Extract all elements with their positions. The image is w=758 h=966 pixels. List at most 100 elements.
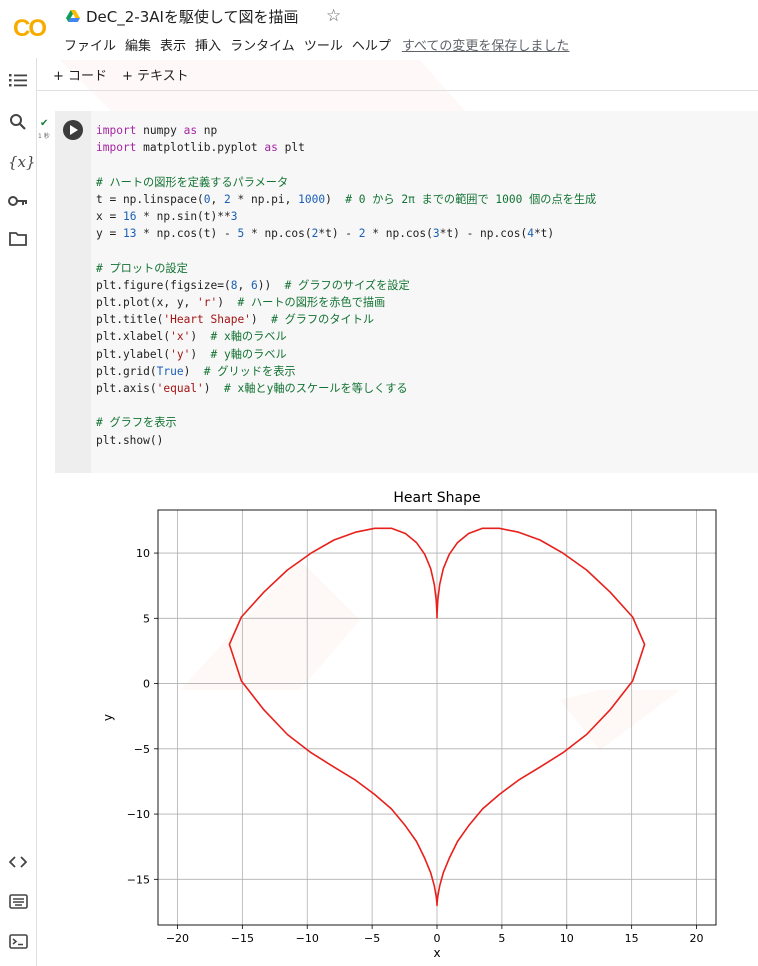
code-line: x = 16 * np.sin(t)**3: [96, 208, 596, 225]
code-line: plt.xlabel('x') # x軸のラベル: [96, 328, 596, 345]
code-token: y =: [96, 227, 123, 241]
code-token: as: [183, 124, 198, 137]
code-token: *t) - np.cos(: [439, 227, 528, 241]
code-token: ): [183, 364, 204, 378]
logo-text: CO: [13, 15, 46, 41]
run-cell-button[interactable]: [63, 120, 83, 140]
code-line: # グラフを表示: [96, 414, 596, 431]
code-token: 'Heart Shape': [163, 313, 251, 327]
menu-tools[interactable]: ツール: [304, 35, 343, 54]
code-token: ): [250, 313, 272, 327]
code-token: 'x': [170, 330, 191, 344]
code-token: plt.title(: [96, 313, 164, 327]
code-line: plt.axis('equal') # x軸とy軸のスケールを等しくする: [96, 380, 596, 397]
add-code-button[interactable]: + コード: [53, 65, 107, 84]
code-token: * np.sin(t)**: [136, 210, 231, 224]
code-token: # ハートの図形を定義するパラメータ: [96, 175, 289, 189]
code-token: 3: [230, 210, 238, 224]
code-token: ): [203, 382, 224, 396]
x-tick-label: −10: [296, 932, 319, 945]
code-token: 'y': [170, 347, 191, 361]
code-token: # y軸のラベル: [210, 347, 287, 361]
variables-icon[interactable]: {x}: [8, 152, 36, 172]
code-token: as: [264, 141, 278, 155]
code-token: ,: [237, 278, 251, 292]
x-tick-label: −5: [364, 932, 380, 945]
code-token: * np.cos(: [244, 227, 312, 241]
y-tick-label: −15: [127, 873, 150, 886]
key-icon[interactable]: [8, 192, 28, 212]
code-token: # 0 から 2π までの範囲で 1000 個の点を生成: [345, 192, 597, 206]
code-token: 1000: [298, 192, 326, 206]
code-token: plt.ylabel(: [96, 347, 171, 361]
code-token: plt.show(): [96, 433, 164, 447]
code-token: np: [197, 124, 218, 137]
code-token: t = np.linspace(: [96, 192, 204, 206]
y-tick-label: −10: [127, 808, 150, 821]
code-token: # グラフのタイトル: [271, 313, 375, 327]
save-status[interactable]: すべての変更を保存しました: [402, 35, 570, 54]
code-line: plt.figure(figsize=(8, 6)) # グラフのサイズを設定: [96, 277, 596, 294]
code-line: plt.title('Heart Shape') # グラフのタイトル: [96, 311, 596, 328]
code-token: # グリッドを表示: [203, 364, 296, 378]
code-token: x =: [96, 210, 123, 224]
x-tick-label: 15: [625, 932, 639, 945]
code-token: plt.axis(: [96, 382, 157, 396]
menu-edit[interactable]: 編集: [125, 35, 151, 54]
star-icon[interactable]: ☆: [326, 6, 341, 26]
menu-view[interactable]: 表示: [160, 35, 186, 54]
code-line: plt.ylabel('y') # y軸のラベル: [96, 346, 596, 363]
code-token: 'r': [197, 296, 218, 310]
code-token: # x軸のラベル: [210, 330, 287, 344]
colab-logo[interactable]: CO: [12, 13, 52, 41]
search-icon[interactable]: [8, 113, 28, 133]
code-token: * np.pi,: [230, 192, 299, 206]
code-token: # プロットの設定: [96, 261, 188, 275]
y-tick-label: 0: [143, 678, 150, 691]
command-palette-icon[interactable]: [8, 894, 28, 914]
x-tick-label: 10: [560, 932, 574, 945]
code-token: * np.cos(: [365, 227, 433, 241]
terminal-icon[interactable]: [8, 934, 28, 954]
code-line: plt.show(): [96, 432, 596, 449]
x-tick-label: 0: [434, 932, 441, 945]
x-axis-label: x: [433, 946, 440, 960]
folder-icon[interactable]: [8, 231, 28, 251]
code-token: plt.xlabel(: [96, 330, 171, 344]
add-text-button[interactable]: + テキスト: [122, 65, 189, 84]
code-editor[interactable]: import numpy as np import matplotlib.pypl…: [96, 122, 596, 449]
cell-output: −20 −15 −10 −5 0 5 10 15 20 −15 −10 −5 0 5 10 Heart Sha…: [55, 473, 758, 966]
code-token: 'equal': [156, 382, 204, 396]
code-token: *t): [533, 227, 555, 241]
execution-time: 1 秒: [38, 133, 50, 140]
heart-shape-chart: −20 −15 −10 −5 0 5 10 15 20 −15 −10 −5 0 5 10 Heart Sha…: [101, 490, 717, 960]
x-tick-label: 5: [498, 932, 505, 945]
toc-icon[interactable]: [8, 72, 28, 92]
code-line: plt.grid(True) # グリッドを表示: [96, 363, 596, 380]
code-token: # グラフを表示: [96, 416, 177, 430]
code-token: 13: [122, 227, 137, 241]
code-line: t = np.linspace(0, 2 * np.pi, 1000) # 0 …: [96, 191, 596, 208]
chart-title: Heart Shape: [393, 490, 480, 506]
menu-insert[interactable]: 挿入: [195, 35, 221, 54]
menu-runtime[interactable]: ランタイム: [230, 35, 295, 54]
drive-icon: [66, 10, 80, 22]
code-token: import: [96, 124, 137, 137]
notebook-title[interactable]: DeC_2-3AIを駆使して図を描画: [86, 6, 299, 27]
code-line: # プロットの設定: [96, 260, 596, 277]
menu-file[interactable]: ファイル: [64, 35, 116, 54]
menu-help[interactable]: ヘルプ: [352, 35, 391, 54]
x-tick-label: −15: [231, 932, 254, 945]
code-token: 0: [203, 192, 211, 206]
notebook-toolbar: + コード + テキスト: [37, 58, 758, 91]
code-token: 4: [527, 227, 534, 241]
code-snippets-icon[interactable]: [8, 854, 28, 874]
header: CO DeC_2-3AIを駆使して図を描画 ☆ ファイル 編集 表示 挿入 ラン…: [0, 0, 758, 58]
execution-check-icon: ✔: [40, 118, 49, 129]
code-token: ): [217, 296, 238, 310]
y-tick-label: −5: [134, 743, 150, 756]
code-token: 3: [432, 227, 440, 241]
code-token: ): [190, 330, 211, 344]
